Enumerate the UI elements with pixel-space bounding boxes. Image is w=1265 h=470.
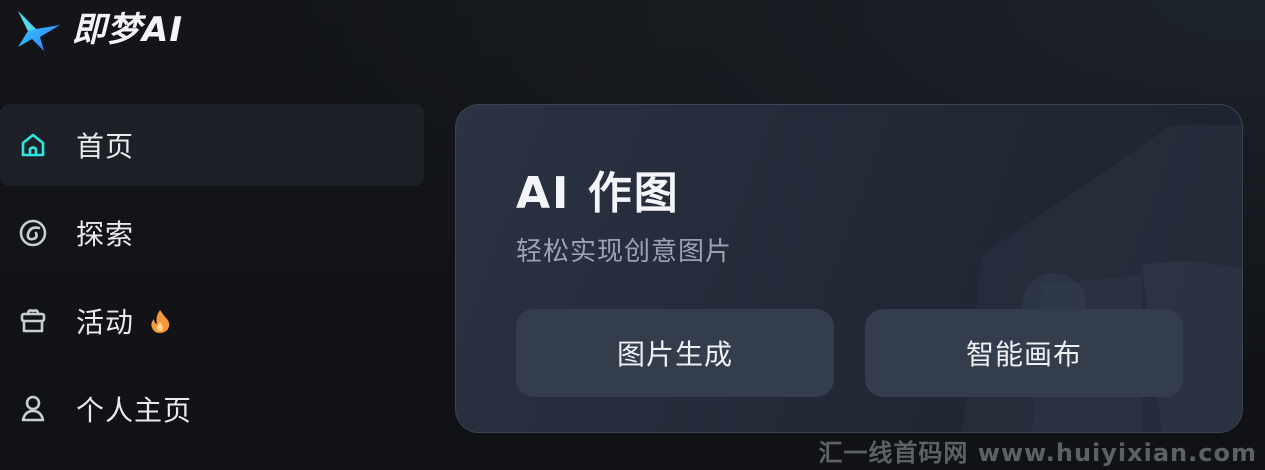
app-name: 即梦AI (72, 10, 183, 50)
user-icon (16, 392, 50, 426)
sidebar-item-label: 探索 (76, 218, 135, 251)
explore-icon (16, 216, 50, 250)
card-subtitle: 轻松实现创意图片 (516, 237, 733, 267)
sidebar-item-label: 首页 (76, 130, 135, 163)
gift-icon (16, 304, 50, 338)
home-icon (16, 128, 50, 162)
image-generate-button[interactable]: 图片生成 (516, 309, 834, 397)
app-window: 即梦AI 首页 探索 活动 个人主页 AI 作图 轻松实现创意图片 图片生成 智… (0, 0, 1265, 470)
sidebar-item-profile[interactable]: 个人主页 (0, 368, 424, 450)
fire-icon (148, 307, 174, 335)
sidebar-item-label: 个人主页 (76, 394, 193, 427)
sidebar-item-explore[interactable]: 探索 (0, 192, 424, 274)
watermark-text: 汇一线首码网 www.huiyixian.com (818, 439, 1257, 467)
sidebar-item-home[interactable]: 首页 (0, 104, 424, 186)
card-title: AI 作图 (516, 168, 680, 219)
logo-icon (18, 11, 60, 51)
smart-canvas-button[interactable]: 智能画布 (865, 309, 1183, 397)
sidebar-item-label: 活动 (76, 306, 135, 339)
app-logo[interactable]: 即梦AI (14, 6, 183, 54)
ai-image-card: AI 作图 轻松实现创意图片 图片生成 智能画布 (455, 104, 1243, 433)
sidebar-item-activity[interactable]: 活动 (0, 280, 424, 362)
sidebar: 首页 探索 活动 个人主页 (0, 104, 424, 456)
